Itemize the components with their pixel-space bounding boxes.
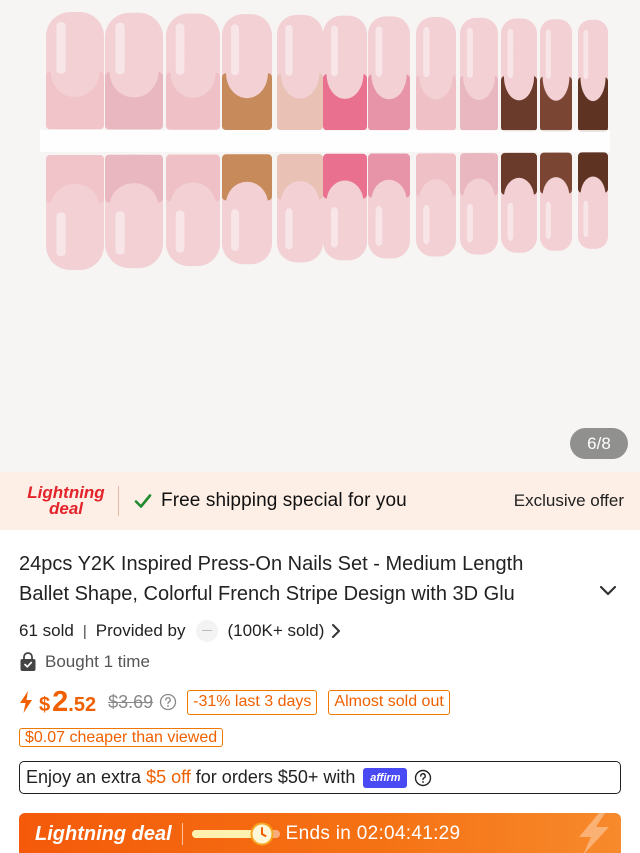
nail-top-gloss-3 [175,23,185,75]
press-on-nails-image [40,12,610,270]
lightning-bolt-icon [579,813,609,853]
exclusive-offer-label: Exclusive offer [513,491,624,510]
affirm-highlight: $5 off [146,767,191,787]
affirm-prefix: Enjoy an extra [26,767,142,787]
product-image-gallery[interactable]: 6/8 [0,0,640,472]
logo-line-2: deal [48,499,84,518]
deal-bar-label: Lightning deal [35,822,172,845]
nail-bottom-gloss-5 [285,208,293,250]
separator: | [82,622,87,640]
question-icon[interactable] [159,693,177,711]
cheaper-than-viewed-tag: $0.07 cheaper than viewed [19,728,224,747]
check-icon [134,494,152,508]
clock-icon [250,822,274,846]
chevron-down-icon[interactable] [598,584,618,598]
deal-progress-bar [191,822,280,846]
provided-by-label: Provided by [95,621,186,640]
product-title[interactable]: 24pcs Y2K Inspired Press-On Nails Set - … [19,549,579,611]
sold-count: 61 sold [19,621,74,640]
store-avatar[interactable] [195,620,218,642]
store-sold-count[interactable]: (100K+ sold) [228,621,325,641]
nail-top-gloss-11 [545,29,551,79]
nail-tray-band [40,130,610,152]
image-page-counter: 6/8 [570,428,628,459]
price-integer: 2 [52,685,69,718]
nail-top-gloss-12 [583,29,589,80]
nail-bottom-gloss-1 [56,212,66,257]
free-shipping-text: Free shipping special for you [161,490,407,511]
current-price: $ 2 .52 [39,686,96,719]
nail-bottom-gloss-3 [175,210,185,253]
product-title-line-1: 24pcs Y2K Inspired Press-On Nails Set - … [19,553,524,575]
nail-top-gloss-10 [507,28,514,79]
nail-bottom-gloss-10 [507,202,514,241]
nail-bottom-gloss-6 [330,207,338,248]
discount-tag: -31% last 3 days [187,689,318,715]
price-currency: $ [39,693,51,716]
nail-top-gloss-7 [375,26,383,77]
nail-bottom-gloss-9 [466,203,473,243]
nail-top-gloss-6 [330,25,338,77]
nail-top-gloss-9 [466,27,473,78]
cheaper-row: $0.07 cheaper than viewed [19,727,224,749]
nail-bottom-gloss-7 [375,206,383,246]
nail-bottom-gloss-4 [231,209,239,252]
sold-and-store-row: 61 sold | Provided by (100K+ sold) [19,619,341,643]
price-decimal: .52 [68,693,97,716]
nail-top-gloss-2 [115,22,125,75]
nail-top-gloss-1 [56,22,66,74]
nail-bottom-gloss-2 [115,211,125,255]
stock-tag: Almost sold out [328,689,450,715]
nail-bottom-gloss-11 [545,201,551,240]
question-icon[interactable] [414,769,432,787]
lightning-bolt-icon [20,691,32,713]
deal-ends-countdown: Ends in 02:04:41:29 [285,823,461,844]
strip-divider [118,486,119,516]
bought-row: Bought 1 time [19,650,150,674]
lightning-deal-bar: Lightning deal Ends in 02:04:41:29 [19,813,621,853]
nail-top-gloss-4 [231,24,239,76]
product-title-line-2: Ballet Shape, Colorful French Stripe Des… [19,583,515,605]
nail-top-gloss-5 [285,24,293,76]
affirm-offer-box[interactable]: Enjoy an extra $5 off for orders $50+ wi… [19,761,621,794]
lightning-deal-strip[interactable]: Lightning deal Free shipping special for… [0,472,640,530]
bought-count: Bought 1 time [45,652,150,671]
affirm-logo: affirm [363,767,408,788]
nail-bottom-gloss-12 [583,200,589,238]
nail-top-gloss-8 [423,27,430,78]
nail-bottom-gloss-8 [423,204,430,245]
chevron-right-icon[interactable] [331,623,341,639]
deal-bar-divider [181,823,183,845]
shopping-bag-icon [20,652,36,671]
price-row: $ 2 .52 $3.69 -31% last 3 days Almost so… [19,684,450,720]
lightning-deal-logo: Lightning deal [0,484,118,518]
original-price: $3.69 [108,691,154,712]
affirm-suffix: for orders $50+ with [195,767,356,787]
